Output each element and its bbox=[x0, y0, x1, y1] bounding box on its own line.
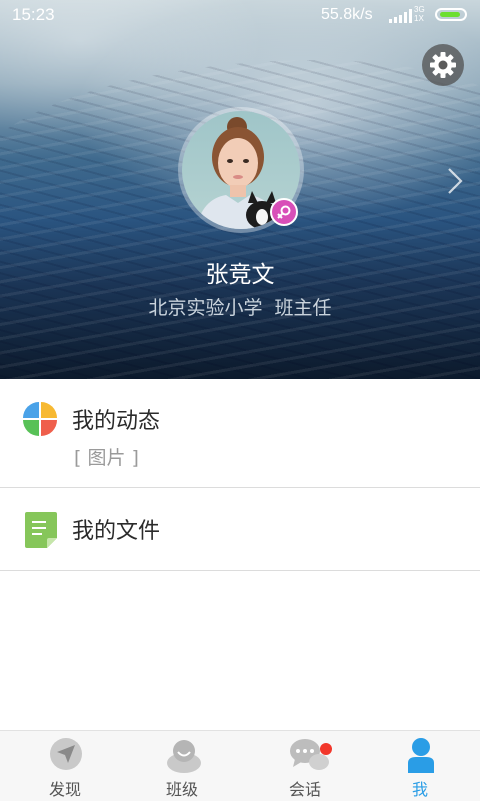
network-type-top: 3G bbox=[414, 5, 425, 14]
tab-class[interactable]: 班级 bbox=[122, 731, 242, 801]
tab-me[interactable]: 我 bbox=[360, 731, 480, 801]
status-bar: 15:23 55.8k/s 3G 1X bbox=[0, 0, 480, 32]
battery-icon bbox=[435, 8, 467, 21]
tab-chat[interactable]: 会话 bbox=[245, 731, 365, 801]
signal-icon bbox=[389, 9, 412, 23]
my-dynamics-label: 我的动态 bbox=[72, 409, 161, 434]
tab-discover-label: 发现 bbox=[48, 780, 81, 799]
unread-badge bbox=[320, 743, 332, 755]
gender-badge bbox=[270, 198, 298, 226]
status-time: 15:23 bbox=[12, 5, 55, 24]
user-role: 班主任 bbox=[274, 297, 332, 319]
my-files-label: 我的文件 bbox=[72, 519, 161, 544]
profile-header: 15:23 55.8k/s 3G 1X 张竞文 北京实验小学 班主任 bbox=[0, 0, 480, 379]
document-icon bbox=[25, 512, 57, 548]
person-icon bbox=[408, 738, 434, 773]
network-type-bottom: 1X bbox=[414, 14, 424, 23]
user-subtitle: 北京实验小学 班主任 bbox=[0, 293, 480, 320]
tab-discover[interactable]: 发现 bbox=[5, 731, 125, 801]
tab-chat-label: 会话 bbox=[288, 780, 321, 799]
tab-class-label: 班级 bbox=[165, 780, 198, 799]
tab-me-label: 我 bbox=[411, 780, 428, 799]
latest-dynamic-preview: [ 图片 ] bbox=[74, 447, 139, 469]
bottom-navigation: 发现 班级 会话 我 bbox=[0, 730, 480, 801]
female-symbol-icon bbox=[277, 205, 291, 219]
my-dynamics-item[interactable]: 我的动态 [ 图片 ] bbox=[0, 379, 480, 488]
pinwheel-icon bbox=[23, 402, 57, 436]
settings-button[interactable] bbox=[422, 44, 464, 86]
my-files-item[interactable]: 我的文件 bbox=[0, 488, 480, 571]
battery-level bbox=[440, 12, 460, 17]
user-name: 张竞文 bbox=[205, 262, 275, 288]
network-speed: 55.8k/s bbox=[321, 6, 373, 23]
school-name: 北京实验小学 bbox=[148, 297, 263, 319]
compass-icon bbox=[50, 738, 82, 770]
chevron-right-icon[interactable] bbox=[445, 166, 465, 196]
gear-icon bbox=[430, 52, 456, 78]
class-icon bbox=[167, 740, 201, 773]
network-type: 3G 1X bbox=[414, 5, 425, 23]
